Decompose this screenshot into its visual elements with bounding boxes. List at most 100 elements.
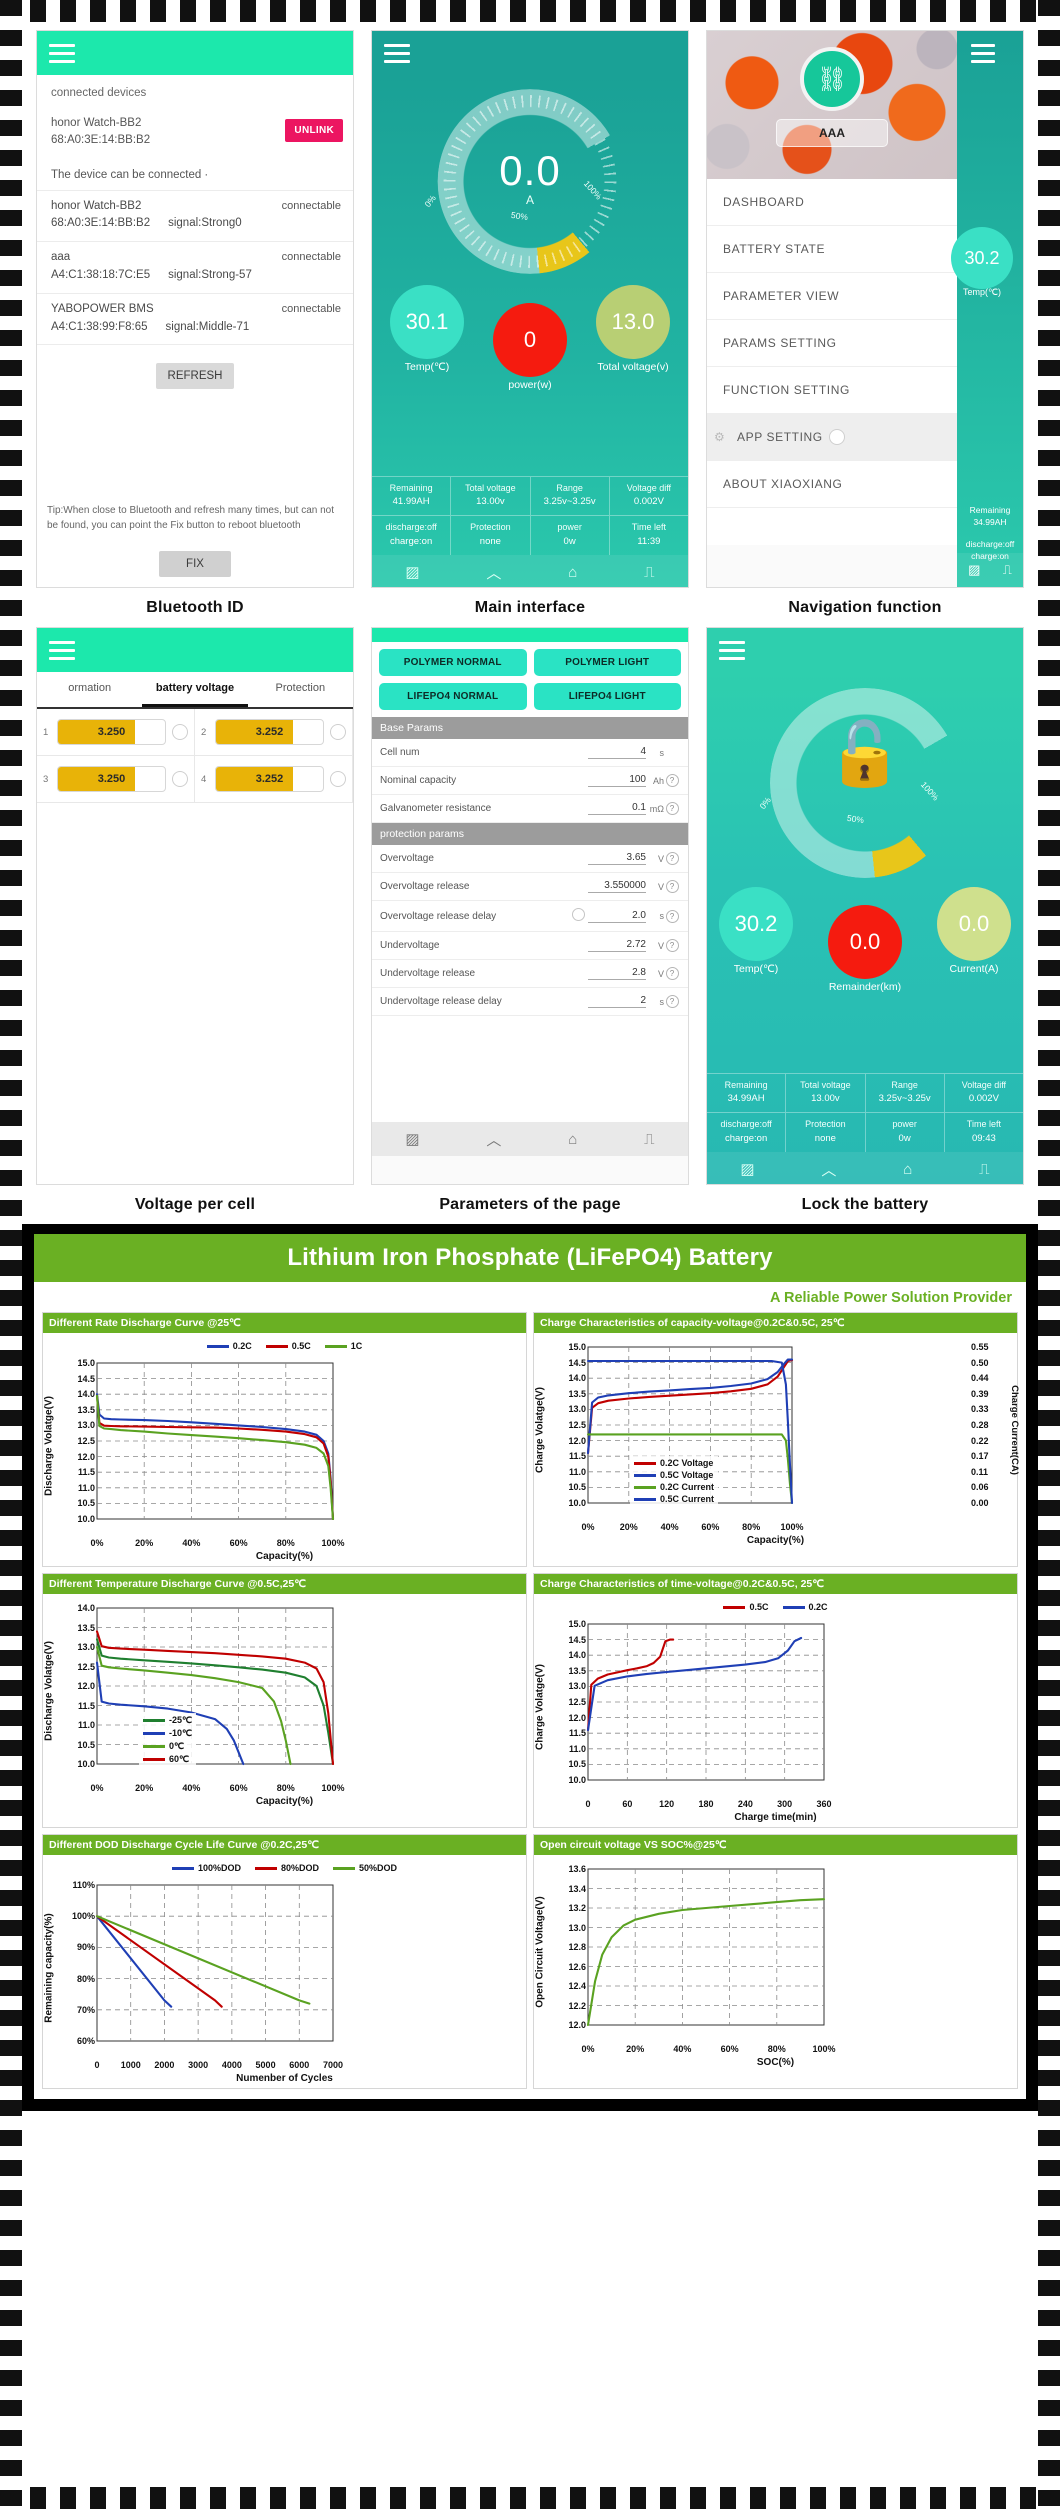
home-icon[interactable]: ⌂ <box>903 1161 912 1178</box>
cell-balance-indicator[interactable] <box>330 771 346 787</box>
x-tick-labels: 0% 20% 40% 60% 80% 100% <box>538 1521 1013 1534</box>
bottom-navbar[interactable]: ▨ ︿ ⌂ ⎍ <box>372 1122 688 1156</box>
help-icon[interactable]: ? <box>664 939 680 952</box>
chart-icon[interactable]: ▨ <box>968 562 980 578</box>
param-value[interactable]: 3.65 <box>588 852 646 865</box>
param-value[interactable]: 2 <box>588 995 646 1008</box>
panel-caption: Bluetooth ID <box>146 599 244 616</box>
list-item[interactable]: Undervoltage release 2.8 V ? <box>372 960 688 988</box>
x-tick: 100% <box>321 1538 345 1548</box>
fix-button[interactable]: FIX <box>159 551 231 577</box>
sidebar-item-label: PARAMS SETTING <box>723 336 837 350</box>
list-item[interactable]: Overvoltage release delay 2.0 s ? <box>372 901 688 932</box>
preset-lifepo4-normal[interactable]: LIFEPO4 NORMAL <box>379 683 527 710</box>
hamburger-icon[interactable] <box>49 44 75 63</box>
list-item[interactable]: Undervoltage 2.72 V ? <box>372 932 688 960</box>
list-item[interactable]: aaa A4:C1:38:18:7C:E5 signal:Strong-57 c… <box>37 242 353 294</box>
radio-indicator[interactable] <box>829 429 845 445</box>
sidebar-item-app-setting[interactable]: ⚙ APP SETTING <box>707 414 957 461</box>
legend-swatch <box>723 1605 746 1609</box>
cell-balance-indicator[interactable] <box>330 724 346 740</box>
home-icon[interactable]: ⌂ <box>568 564 577 581</box>
power-bubble: 0 power(w) <box>493 303 567 391</box>
hamburger-icon[interactable] <box>49 641 75 660</box>
sidebar-item-about-xiaoxiang[interactable]: ABOUT XIAOXIANG <box>707 461 957 508</box>
cell-balance-indicator[interactable] <box>172 724 188 740</box>
bottom-navbar[interactable]: ▨ ⎍ <box>957 553 1023 587</box>
help-icon[interactable]: ? <box>664 967 680 980</box>
legend-item: 1C <box>324 1341 362 1351</box>
sidebar-item-dashboard[interactable]: DASHBOARD <box>707 179 957 226</box>
sidebar-item-parameter-view[interactable]: PARAMETER VIEW <box>707 273 957 320</box>
chart-icon[interactable]: ▨ <box>740 1160 754 1178</box>
chart-icon[interactable]: ▨ <box>405 1130 419 1148</box>
bottom-navbar[interactable]: ▨ ︿ ⌂ ⎍ <box>372 555 688 587</box>
list-item[interactable]: Galvanometer resistance 0.1 mΩ ? <box>372 795 688 823</box>
content-area: connected devices honor Watch-BB2 68:A0:… <box>22 22 1038 2487</box>
pulse-icon[interactable]: ⎍ <box>644 564 655 581</box>
home-icon[interactable]: ⌂ <box>568 1131 577 1148</box>
help-icon[interactable]: ? <box>664 774 680 787</box>
param-value[interactable]: 2.8 <box>588 967 646 980</box>
tab-battery-voltage[interactable]: battery voltage <box>142 672 248 707</box>
hamburger-icon[interactable] <box>971 44 995 63</box>
unlink-button[interactable]: UNLINK <box>285 119 343 142</box>
legend-item: 0.2C Current <box>634 1482 714 1492</box>
x-tick: 4000 <box>221 2060 242 2070</box>
chevron-up-icon[interactable]: ︿ <box>821 1159 836 1180</box>
unlock-icon[interactable]: 🔓 <box>707 724 1023 786</box>
param-value[interactable]: 0.1 <box>588 802 646 815</box>
tab-information[interactable]: ormation <box>37 672 142 707</box>
page-root: connected devices honor Watch-BB2 68:A0:… <box>0 0 1060 2509</box>
list-item[interactable]: Cell num 4 s <box>372 739 688 767</box>
tab-protection[interactable]: Protection <box>248 672 353 707</box>
legend-label: 100%DOD <box>197 1863 241 1873</box>
param-value[interactable]: 2.72 <box>588 939 646 952</box>
param-value[interactable]: 2.0 <box>588 910 646 923</box>
list-item[interactable]: 3 3.250 <box>37 756 195 803</box>
legend-label: 0.2C Voltage <box>660 1458 714 1468</box>
param-value[interactable]: 3.550000 <box>588 880 646 893</box>
list-item[interactable]: Nominal capacity 100 Ah ? <box>372 767 688 795</box>
pulse-icon[interactable]: ⎍ <box>644 1131 655 1148</box>
list-item[interactable]: Overvoltage 3.65 V ? <box>372 845 688 873</box>
pulse-icon[interactable]: ⎍ <box>1003 562 1012 578</box>
hamburger-icon[interactable] <box>384 44 410 63</box>
drawer-peek-dashboard[interactable]: 30.2 Temp(℃) DASHBOARD Remaining 34.99AH <box>951 31 1023 587</box>
sidebar-item-battery-state[interactable]: BATTERY STATE <box>707 226 957 273</box>
list-item[interactable]: Overvoltage release 3.550000 V ? <box>372 873 688 901</box>
help-icon[interactable]: ? <box>664 909 680 923</box>
help-icon[interactable]: ? <box>664 802 680 815</box>
list-item[interactable]: YABOPOWER BMS A4:C1:38:99:F8:65 signal:M… <box>37 294 353 346</box>
stat-key: Remaining <box>969 505 1011 516</box>
refresh-button[interactable]: REFRESH <box>156 363 234 390</box>
param-radio[interactable] <box>572 908 588 924</box>
hamburger-icon[interactable] <box>719 641 745 660</box>
cell-balance-indicator[interactable] <box>172 771 188 787</box>
chart-icon[interactable]: ▨ <box>405 563 419 581</box>
list-item[interactable]: 2 3.252 <box>195 709 353 756</box>
sidebar-item-function-setting[interactable]: FUNCTION SETTING <box>707 367 957 414</box>
help-icon[interactable]: ? <box>664 995 680 1008</box>
list-item[interactable]: 4 3.252 <box>195 756 353 803</box>
preset-polymer-light[interactable]: POLYMER LIGHT <box>533 649 681 676</box>
legend-item: 60℃ <box>143 1754 189 1765</box>
help-icon[interactable]: ? <box>664 852 680 865</box>
list-item[interactable]: 1 3.250 <box>37 709 195 756</box>
preset-polymer-normal[interactable]: POLYMER NORMAL <box>379 649 527 676</box>
chevron-up-icon[interactable]: ︿ <box>486 562 501 583</box>
param-value[interactable]: 4 <box>588 746 646 759</box>
profile-name[interactable]: AAA <box>776 119 888 147</box>
pulse-icon[interactable]: ⎍ <box>979 1161 990 1178</box>
sidebar-item-params-setting[interactable]: PARAMS SETTING <box>707 320 957 367</box>
list-item[interactable]: Undervoltage release delay 2 s ? <box>372 988 688 1016</box>
chevron-up-icon[interactable]: ︿ <box>486 1129 501 1150</box>
list-item[interactable]: honor Watch-BB2 68:A0:3E:14:BB:B2 signal… <box>37 191 353 243</box>
stat-value: 0.002V <box>633 496 664 507</box>
preset-lifepo4-light[interactable]: LIFEPO4 LIGHT <box>533 683 681 710</box>
bottom-navbar[interactable]: ▨ ︿ ⌂ ⎍ <box>707 1152 1023 1184</box>
link-icon[interactable]: ⛓ <box>800 47 864 111</box>
param-value[interactable]: 100 <box>588 774 646 787</box>
help-icon[interactable]: ? <box>664 880 680 893</box>
x-tick: 120 <box>659 1799 675 1809</box>
